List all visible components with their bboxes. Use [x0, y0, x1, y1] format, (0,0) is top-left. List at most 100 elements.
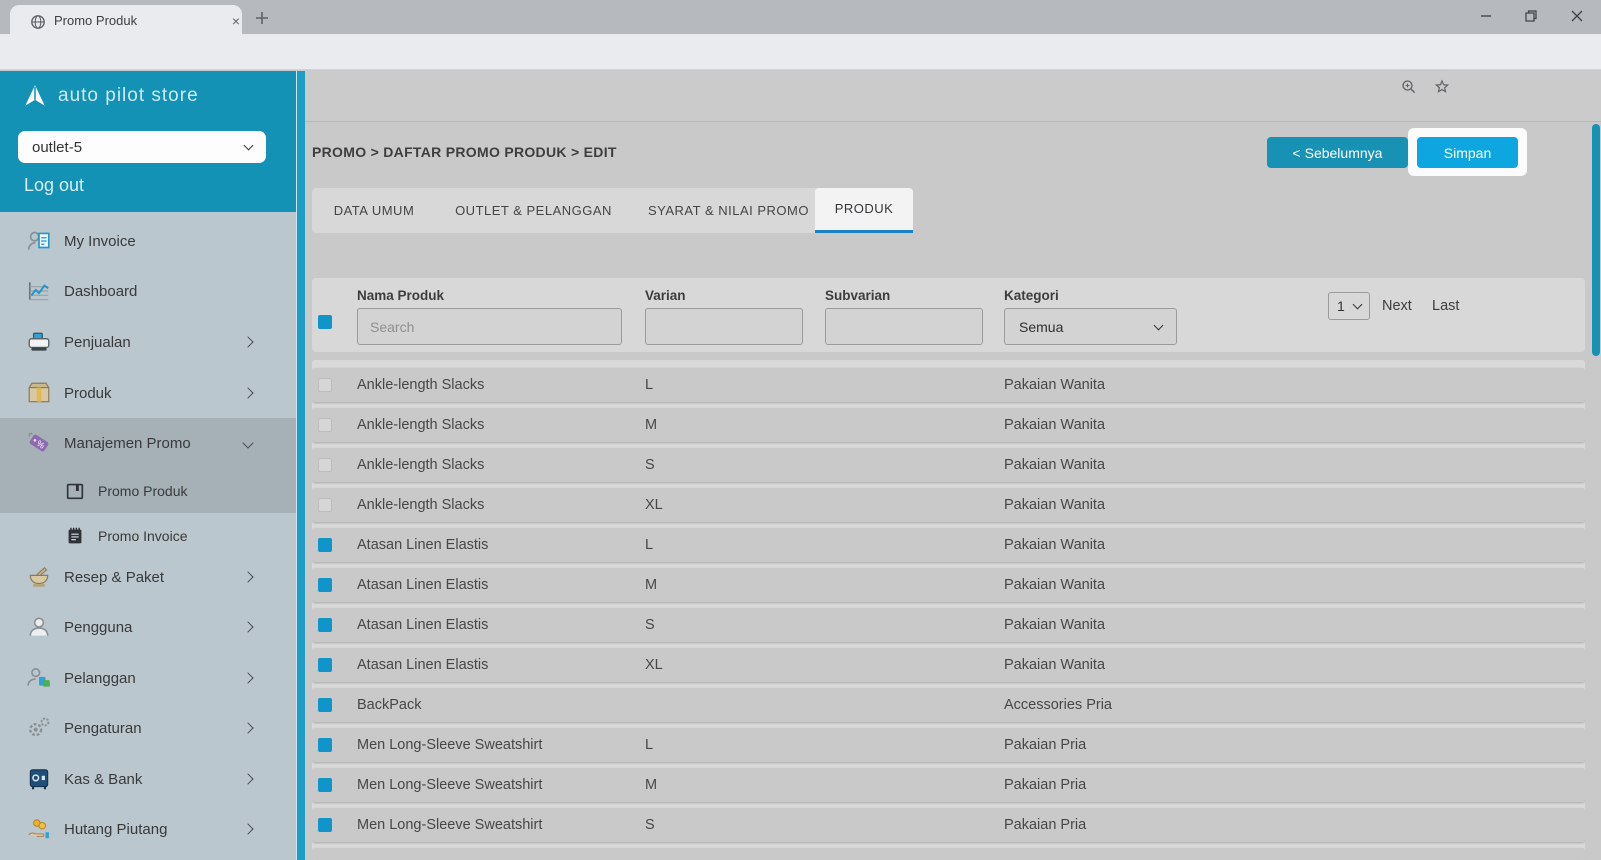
close-icon[interactable] [1562, 4, 1592, 28]
chevron-down-icon [1154, 320, 1164, 330]
cell-kategori: Pakaian Pria [1004, 768, 1086, 802]
sidebar-item-produk[interactable]: Produk [0, 368, 296, 418]
kategori-select[interactable]: Semua [1004, 308, 1177, 345]
row-checkbox[interactable] [318, 778, 332, 792]
page-tabbar: DATA UMUM OUTLET & PELANGGAN SYARAT & NI… [312, 188, 913, 233]
cell-nama-produk: BackPack [357, 688, 421, 722]
coins-hand-icon [26, 816, 52, 842]
cell-kategori: Pakaian Wanita [1004, 408, 1105, 442]
select-all-checkbox[interactable] [318, 315, 332, 329]
logout-link[interactable]: Log out [24, 175, 84, 196]
cell-varian: S [645, 808, 655, 842]
cell-nama-produk: Ankle-length Slacks [357, 408, 484, 442]
minimize-icon[interactable] [1471, 4, 1501, 28]
cell-kategori: Pakaian Wanita [1004, 528, 1105, 562]
pagination-next[interactable]: Next [1382, 292, 1412, 320]
brand-logo-icon [22, 83, 48, 109]
previous-button[interactable]: < Sebelumnya [1267, 137, 1408, 168]
tab-produk[interactable]: PRODUK [815, 188, 913, 233]
cell-nama-produk: Ankle-length Slacks [357, 488, 484, 522]
sidebar-item-manajemen-promo[interactable]: %Manajemen Promo [0, 418, 296, 468]
row-checkbox[interactable] [318, 738, 332, 752]
browser-tab[interactable]: Promo Produk × [10, 5, 242, 34]
row-checkbox[interactable] [318, 498, 332, 512]
cell-varian: L [645, 368, 653, 402]
sidebar-item-promo-produk[interactable]: Promo Produk [0, 468, 296, 513]
row-checkbox[interactable] [318, 458, 332, 472]
page-zoom-icon[interactable] [1400, 78, 1418, 96]
sidebar-item-label: Pengaturan [64, 720, 142, 737]
outlet-select[interactable]: outlet-5 [18, 131, 266, 163]
cell-varian: L [645, 528, 653, 562]
column-header-varian: Varian [645, 288, 686, 303]
main-content: PROMO > DAFTAR PROMO PRODUK > EDIT < Seb… [305, 71, 1601, 860]
sidebar-item-my-invoice[interactable]: My Invoice [0, 216, 296, 266]
page-select-value: 1 [1337, 298, 1345, 314]
outlet-select-value: outlet-5 [32, 139, 82, 156]
cell-nama-produk: Atasan Linen Elastis [357, 528, 488, 562]
varian-filter-input[interactable] [645, 308, 803, 345]
globe-icon [30, 14, 46, 30]
cell-varian: M [645, 568, 657, 602]
subvarian-filter-input[interactable] [825, 308, 983, 345]
sidebar-item-kas-bank[interactable]: Kas & Bank [0, 754, 296, 804]
table-row: Atasan Linen ElastisSPakaian Wanita [312, 608, 1585, 642]
save-button[interactable]: Simpan [1417, 137, 1518, 168]
sidebar-item-label: Pelanggan [64, 670, 136, 687]
cell-kategori: Accessories Pria [1004, 688, 1112, 722]
sidebar-header: auto pilot store outlet-5 Log out [0, 71, 305, 212]
customer-icon [26, 665, 52, 691]
search-input[interactable] [357, 308, 622, 345]
row-checkbox[interactable] [318, 658, 332, 672]
sidebar-item-hutang-piutang[interactable]: Hutang Piutang [0, 804, 296, 854]
tab-title: Promo Produk [54, 13, 137, 28]
sidebar-item-label: Hutang Piutang [64, 821, 167, 838]
table-row: Atasan Linen ElastisMPakaian Wanita [312, 568, 1585, 602]
brand: auto pilot store [22, 83, 199, 109]
dashboard-icon [26, 278, 52, 304]
sidebar-item-dashboard[interactable]: Dashboard [0, 266, 296, 316]
table-row: Men Long-Sleeve SweatshirtLPakaian Pria [312, 728, 1585, 762]
sidebar: auto pilot store outlet-5 Log out My Inv… [0, 71, 305, 860]
tab-outlet-pelanggan[interactable]: OUTLET & PELANGGAN [436, 188, 631, 233]
content-scrollbar[interactable] [1592, 124, 1600, 356]
chevron-right-icon [242, 387, 253, 398]
breadcrumb: PROMO > DAFTAR PROMO PRODUK > EDIT [312, 144, 617, 160]
restore-icon[interactable] [1516, 4, 1546, 28]
row-checkbox[interactable] [318, 818, 332, 832]
cell-varian: XL [645, 648, 663, 682]
row-checkbox[interactable] [318, 418, 332, 432]
sidebar-item-resep-paket[interactable]: Resep & Paket [0, 552, 296, 602]
row-checkbox[interactable] [318, 538, 332, 552]
sidebar-item-label: Promo Invoice [98, 528, 187, 544]
row-checkbox[interactable] [318, 378, 332, 392]
sidebar-item-pelanggan[interactable]: Pelanggan [0, 653, 296, 703]
sidebar-item-pengaturan[interactable]: Pengaturan [0, 703, 296, 753]
cell-kategori: Pakaian Pria [1004, 728, 1086, 762]
cell-nama-produk: Ankle-length Slacks [357, 448, 484, 482]
tab-close-icon[interactable]: × [228, 13, 244, 29]
row-checkbox[interactable] [318, 698, 332, 712]
table-row: Ankle-length SlacksSPakaian Wanita [312, 448, 1585, 482]
sidebar-item-label: Kas & Bank [64, 771, 142, 788]
sidebar-scrollbar[interactable] [296, 71, 305, 860]
sidebar-item-label: Dashboard [64, 283, 137, 300]
pagination-last[interactable]: Last [1432, 292, 1459, 320]
page-select[interactable]: 1 [1328, 292, 1370, 320]
row-checkbox[interactable] [318, 618, 332, 632]
cell-nama-produk: Atasan Linen Elastis [357, 568, 488, 602]
chevron-right-icon [242, 571, 253, 582]
new-tab-icon[interactable] [254, 10, 270, 26]
sidebar-item-penjualan[interactable]: Penjualan [0, 317, 296, 367]
promo-notes-icon [64, 525, 86, 547]
column-header-kategori: Kategori [1004, 288, 1059, 303]
tab-syarat-nilai-promo[interactable]: SYARAT & NILAI PROMO [631, 188, 826, 233]
browser-window: Promo Produk × development.autopilotsto [0, 0, 1601, 860]
chevron-right-icon [242, 773, 253, 784]
row-checkbox[interactable] [318, 578, 332, 592]
table-row-partial [312, 848, 1585, 860]
tab-data-umum[interactable]: DATA UMUM [312, 188, 436, 233]
sidebar-item-pengguna[interactable]: Pengguna [0, 602, 296, 652]
bookmark-star-icon[interactable] [1433, 78, 1451, 96]
cash-register-icon [26, 329, 52, 355]
